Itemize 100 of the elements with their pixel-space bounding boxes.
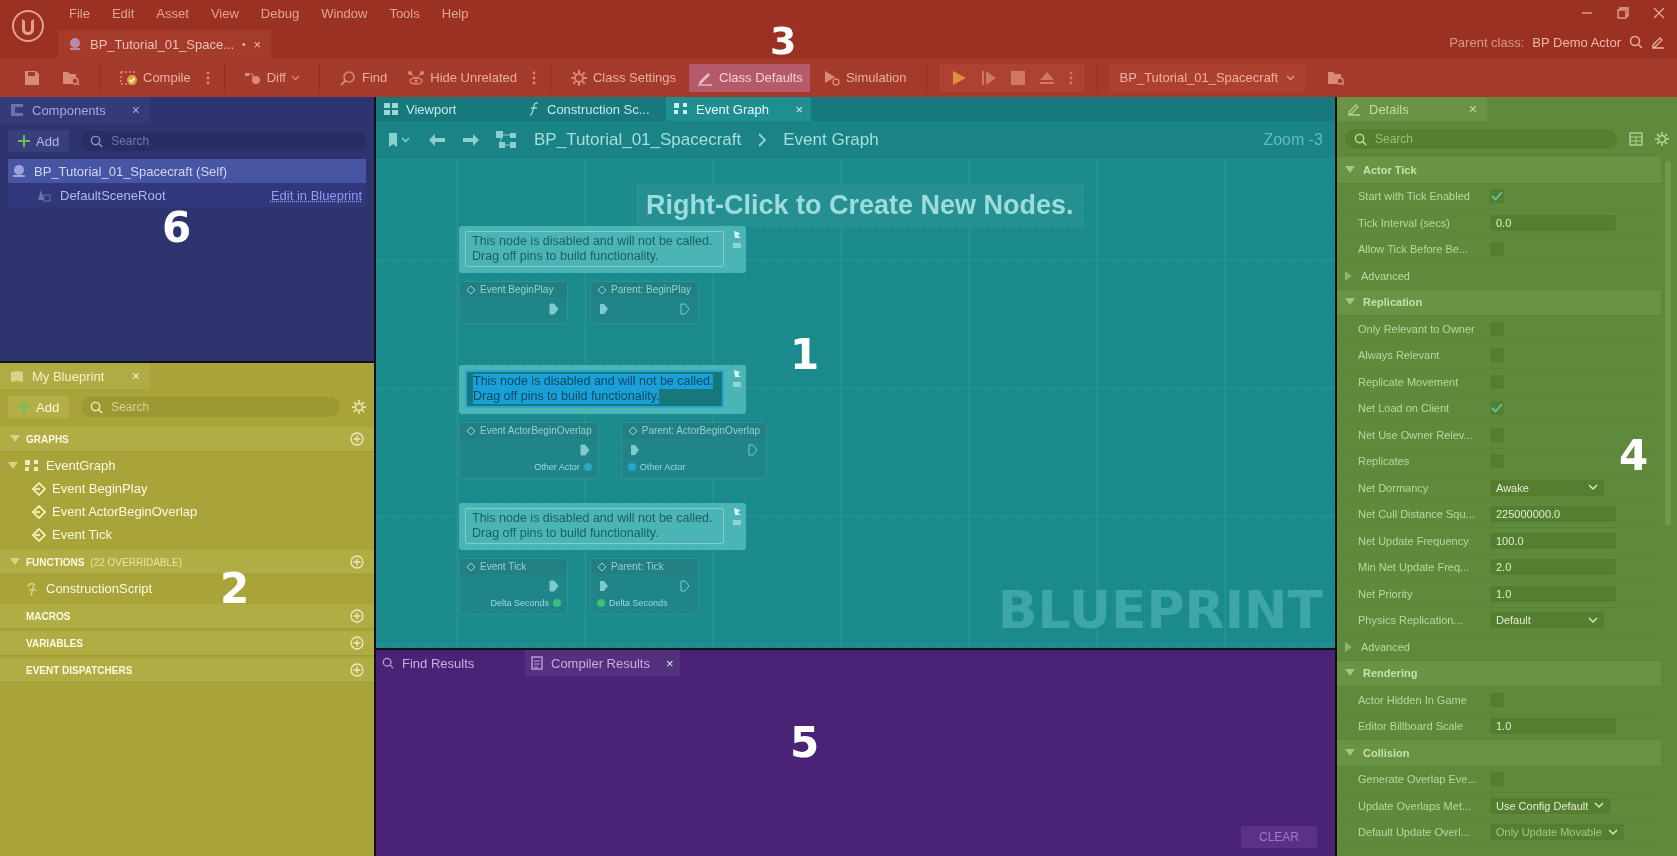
toolbar-button[interactable]: Class Defaults (689, 63, 810, 92)
menu-item[interactable]: File (58, 5, 101, 21)
section-header[interactable]: VARIABLES (0, 631, 374, 656)
search-field[interactable]: Search (81, 131, 366, 151)
graph-node[interactable]: Parent: BeginPlay (590, 281, 699, 324)
category-header[interactable]: Actor Tick (1337, 157, 1661, 184)
comment-text[interactable]: This node is disabled and will not be called. Drag off pins to build functionality. (465, 370, 724, 408)
add-icon[interactable] (350, 555, 364, 569)
add-icon[interactable] (350, 609, 364, 623)
comment-text[interactable]: This node is disabled and will not be called. Drag off pins to build functionality. (465, 231, 724, 267)
add-icon[interactable] (350, 432, 364, 446)
settings-icon[interactable] (1655, 132, 1669, 146)
toolbar-button[interactable]: Hide Unrelated (400, 63, 524, 92)
menu-item[interactable]: Window (310, 5, 379, 21)
menu-item[interactable]: View (199, 5, 250, 21)
graph-node[interactable]: Event Tick Delta Seconds (459, 558, 568, 615)
graph-item[interactable]: ConstructionScript (0, 577, 159, 600)
add-icon[interactable] (350, 636, 364, 650)
graph-node[interactable]: Parent: Tick Delta Seconds (590, 558, 699, 615)
close-icon[interactable] (1653, 7, 1665, 19)
panel-tab[interactable]: Details × (1337, 97, 1487, 121)
pencil-icon[interactable] (1651, 35, 1665, 49)
dropdown[interactable]: Awake (1490, 479, 1604, 496)
edit-link[interactable]: Edit in Blueprint (270, 187, 362, 203)
exec-pin-icon[interactable] (579, 444, 590, 456)
graph-node[interactable]: Event BeginPlay (459, 281, 568, 324)
exec-pin-icon[interactable] (629, 444, 640, 456)
dropdown[interactable]: Use Config Default (1490, 797, 1611, 814)
data-pin-icon[interactable] (627, 463, 636, 471)
add-button[interactable]: Add (8, 396, 70, 418)
toolbar-button[interactable]: Simulation (815, 63, 914, 92)
exec-pin-icon[interactable] (549, 580, 559, 592)
toolbar-button[interactable]: Class Settings (562, 63, 684, 92)
parent-class-link[interactable]: BP Demo Actor (1532, 34, 1621, 50)
add-button[interactable]: Add (8, 130, 70, 152)
category-header[interactable]: Collision (1337, 740, 1661, 767)
exec-pin-icon[interactable] (599, 303, 609, 315)
graph-item[interactable]: EventGraph (0, 454, 122, 477)
section-header[interactable]: EVENT DISPATCHERS (0, 658, 374, 683)
settings-icon[interactable] (352, 400, 366, 414)
exec-pin-icon[interactable] (680, 303, 690, 315)
comment-bubble[interactable]: This node is disabled and will not be called. Drag off pins to build functionality. (459, 365, 746, 414)
number-field[interactable]: 0.0 (1490, 214, 1616, 231)
play-icon[interactable] (950, 69, 967, 86)
search-field[interactable]: Search (1345, 129, 1617, 149)
add-icon[interactable] (350, 663, 364, 677)
section-header[interactable]: MACROS (0, 604, 374, 629)
dropdown[interactable]: Default (1490, 612, 1604, 629)
step-icon[interactable] (980, 69, 997, 86)
toolbar-button[interactable]: Diff (236, 63, 307, 92)
debug-object-dropdown[interactable]: BP_Tutorial_01_Spacecraft (1109, 63, 1306, 92)
close-tab-button[interactable]: × (666, 655, 674, 671)
menu-item[interactable]: Help (430, 5, 480, 21)
toolbar-button[interactable]: Find (331, 63, 395, 92)
more-options-icon[interactable] (205, 70, 210, 85)
close-tab-button[interactable]: × (795, 101, 803, 117)
breadcrumb-link[interactable]: Event Graph (783, 130, 879, 150)
restore-icon[interactable] (1617, 7, 1629, 19)
menu-item[interactable]: Edit (100, 5, 146, 21)
toolbar-button[interactable]: Compile (113, 63, 198, 92)
more-options-icon[interactable] (1068, 70, 1073, 85)
menu-item[interactable]: Tools (378, 5, 431, 21)
number-field[interactable]: 1.0 (1490, 585, 1616, 602)
number-field[interactable]: 1.0 (1490, 718, 1616, 735)
back-arrow-icon[interactable] (428, 133, 446, 147)
search-field[interactable]: Search (81, 397, 340, 417)
clear-button[interactable]: CLEAR (1241, 826, 1317, 848)
exec-pin-icon[interactable] (748, 444, 759, 456)
event-item[interactable]: Event Tick (0, 523, 118, 546)
section-header[interactable]: GRAPHS (0, 427, 374, 452)
bookmark-icon[interactable] (388, 132, 412, 148)
data-pin-icon[interactable] (553, 599, 561, 607)
checkbox[interactable] (1490, 189, 1504, 204)
advanced-toggle[interactable]: Advanced (1345, 640, 1410, 653)
category-header[interactable]: Replication (1337, 289, 1661, 316)
comment-bubble[interactable]: This node is disabled and will not be called. Drag off pins to build functionality. (459, 503, 746, 550)
graph-node[interactable]: Parent: ActorBeginOverlap Other Actor (620, 422, 768, 479)
number-field[interactable]: 100.0 (1490, 532, 1616, 549)
graph-node[interactable]: Event ActorBeginOverlap Other Actor (459, 422, 599, 479)
results-tab[interactable]: Compiler Results × (525, 650, 680, 676)
checkbox[interactable] (1490, 401, 1504, 416)
component-item[interactable]: DefaultSceneRoot Edit in Blueprint (8, 183, 366, 207)
stop-icon[interactable] (1010, 70, 1025, 85)
number-field[interactable]: 225000000.0 (1490, 506, 1616, 523)
component-item[interactable]: BP_Tutorial_01_Spacecraft (Self) (8, 159, 366, 183)
editor-tab[interactable]: Construction Sc... (521, 97, 666, 121)
close-tab-button[interactable]: × (253, 36, 262, 52)
exec-pin-icon[interactable] (680, 580, 690, 592)
exec-pin-icon[interactable] (599, 580, 609, 592)
breadcrumb-link[interactable]: BP_Tutorial_01_Spacecraft (534, 130, 742, 150)
table-icon[interactable] (1629, 132, 1643, 146)
save-icon[interactable] (24, 69, 40, 86)
event-item[interactable]: Event BeginPlay (0, 477, 154, 500)
data-pin-icon[interactable] (583, 463, 592, 471)
menu-item[interactable]: Debug (249, 5, 311, 21)
panel-tab[interactable]: My Blueprint × (0, 363, 150, 389)
menu-item[interactable]: Asset (145, 5, 200, 21)
forward-arrow-icon[interactable] (462, 133, 480, 147)
category-header[interactable]: Rendering (1337, 660, 1661, 687)
number-field[interactable]: 2.0 (1490, 559, 1616, 576)
